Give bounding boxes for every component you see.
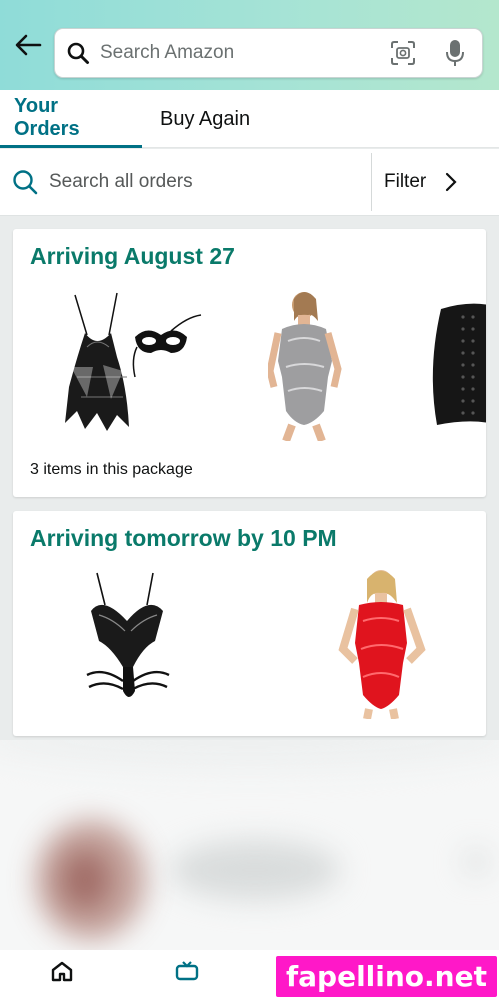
search-icon bbox=[66, 41, 90, 65]
blurred-text bbox=[170, 840, 340, 900]
back-button[interactable] bbox=[2, 19, 54, 71]
camera-scan-icon[interactable] bbox=[388, 40, 418, 66]
package-item-count: 3 items in this package bbox=[30, 461, 193, 478]
microphone-icon[interactable] bbox=[442, 39, 468, 67]
search-orders-input[interactable]: Search all orders bbox=[49, 171, 371, 193]
home-icon[interactable] bbox=[50, 960, 74, 982]
top-header: Search Amazon bbox=[0, 0, 499, 90]
product-image[interactable] bbox=[268, 291, 348, 441]
product-image[interactable] bbox=[333, 569, 433, 719]
orders-icon[interactable] bbox=[174, 960, 200, 982]
orders-tabs: Your Orders Buy Again bbox=[0, 90, 499, 148]
chevron-right-icon bbox=[446, 172, 457, 192]
search-input[interactable]: Search Amazon bbox=[100, 42, 388, 64]
product-image[interactable] bbox=[83, 571, 173, 716]
blurred-chevron bbox=[464, 850, 488, 874]
search-orders-icon bbox=[11, 168, 39, 196]
product-image[interactable] bbox=[427, 299, 486, 429]
arrival-heading: Arriving August 27 bbox=[30, 243, 235, 269]
watermark: fapellino.net bbox=[275, 956, 497, 997]
blurred-region bbox=[0, 740, 499, 770]
order-search-row: Search all orders Filter bbox=[0, 149, 499, 216]
tab-your-orders[interactable]: Your Orders bbox=[0, 90, 142, 148]
arrival-heading: Arriving tomorrow by 10 PM bbox=[30, 525, 337, 551]
order-card[interactable]: Arriving tomorrow by 10 PM bbox=[13, 511, 486, 736]
amazon-search-bar[interactable]: Search Amazon bbox=[54, 28, 483, 78]
order-card[interactable]: Arriving August 27 3 items in this packa… bbox=[13, 229, 486, 497]
product-image[interactable] bbox=[47, 287, 207, 437]
back-arrow-icon bbox=[15, 34, 42, 56]
blurred-thumbnail bbox=[60, 850, 110, 910]
tab-buy-again[interactable]: Buy Again bbox=[142, 90, 250, 148]
filter-label: Filter bbox=[384, 171, 427, 192]
filter-button[interactable]: Filter bbox=[372, 171, 458, 193]
